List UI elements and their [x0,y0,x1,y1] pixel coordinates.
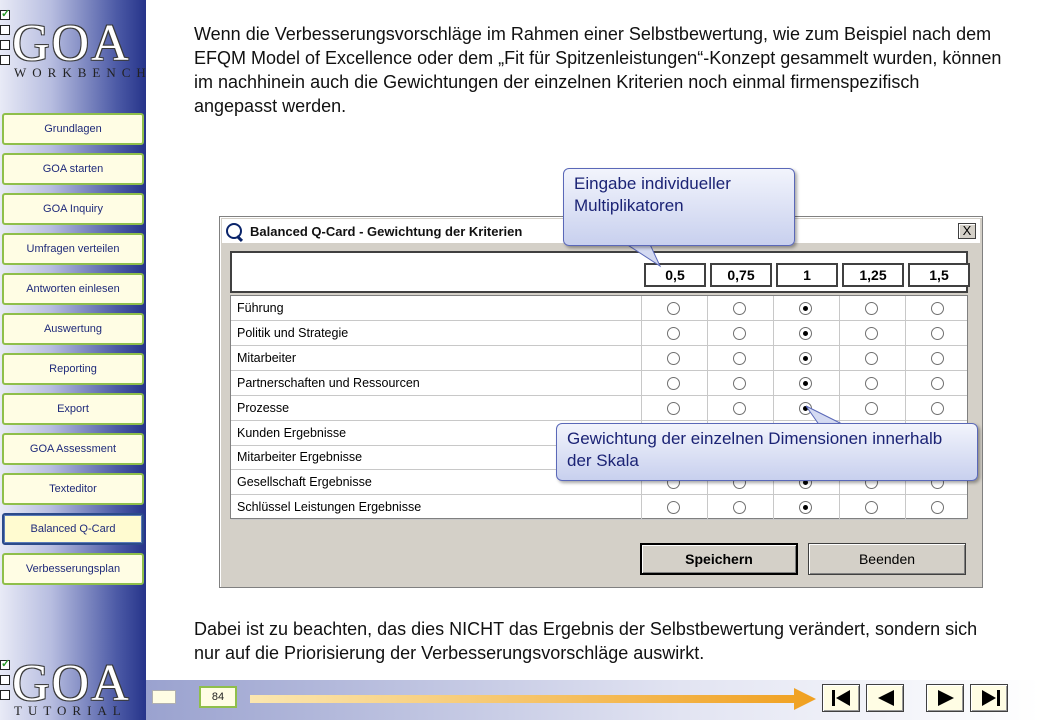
weight-radio[interactable] [799,376,812,390]
quit-button[interactable]: Beenden [808,543,966,575]
bar-marker [152,690,176,704]
weight-input[interactable]: 0,75 [710,263,772,287]
last-page-button[interactable] [970,684,1008,712]
criterion-row: Führung [231,296,967,321]
criterion-row: Prozesse [231,396,967,421]
weight-radio[interactable] [733,351,746,365]
previous-page-icon [878,690,894,706]
goa-tutorial-logo: GOA TUTORIAL [0,656,146,720]
weight-radio[interactable] [799,326,812,340]
weight-radio[interactable] [733,401,746,415]
close-button[interactable]: X [958,223,976,239]
weight-radio[interactable] [667,326,680,340]
criterion-row: Politik und Strategie [231,321,967,346]
weight-radio[interactable] [799,351,812,365]
logo-word: TUTORIAL [14,703,127,718]
criterion-label: Gesellschaft Ergebnisse [237,475,372,490]
dialog-title: Balanced Q-Card - Gewichtung der Kriteri… [250,223,523,239]
next-page-icon [938,690,954,706]
weight-radio[interactable] [865,401,878,415]
page-number: 84 [199,686,237,708]
note-paragraph: Dabei ist zu beachten, das dies NICHT da… [194,619,978,663]
criterion-label: Politik und Strategie [237,325,349,340]
criterion-label: Schlüssel Leistungen Ergebnisse [237,500,422,515]
weight-radio[interactable] [931,302,944,315]
nav-button[interactable]: GOA Assessment [2,433,144,465]
weight-radio[interactable] [865,351,878,365]
criterion-row: Schlüssel Leistungen Ergebnisse [231,495,967,521]
nav-button[interactable]: Verbesserungsplan [2,553,144,585]
weight-radio[interactable] [667,401,680,415]
criterion-label: Mitarbeiter [237,350,297,365]
weight-radio[interactable] [733,302,746,315]
weight-radio[interactable] [865,501,878,515]
next-page-button[interactable] [926,684,964,712]
criterion-label: Führung [237,301,284,315]
nav-button[interactable]: Balanced Q-Card [2,513,144,545]
weight-radio[interactable] [667,302,680,315]
callout-weighting: Gewichtung der einzelnen Dimensionen inn… [556,423,978,481]
criteria-grid: Führung Politik und Strategie Mitarbeiter P… [230,295,968,521]
slide: GOA WORKBENCH GrundlagenGOA startenGOA I… [0,0,1040,720]
nav-button[interactable]: Umfragen verteilen [2,233,144,265]
nav-button[interactable]: Antworten einlesen [2,273,144,305]
criterion-label: Prozesse [237,400,290,415]
weight-radio[interactable] [667,376,680,390]
weight-radio[interactable] [667,351,680,365]
app-icon [226,223,242,239]
nav-button[interactable]: GOA Inquiry [2,193,144,225]
weight-radio[interactable] [799,401,812,415]
weight-radio[interactable] [733,376,746,390]
criterion-row: Mitarbeiter [231,346,967,371]
weight-input[interactable]: 1,5 [908,263,970,287]
weight-radio[interactable] [733,326,746,340]
nav-button[interactable]: GOA starten [2,153,144,185]
weight-radio[interactable] [865,376,878,390]
weight-radio[interactable] [931,401,944,415]
nav-button[interactable]: Grundlagen [2,113,144,145]
criterion-label: Kunden Ergebnisse [237,425,347,440]
weight-radio[interactable] [931,501,944,515]
nav-button[interactable]: Texteditor [2,473,144,505]
weight-radio[interactable] [931,326,944,340]
criterion-row: Partnerschaften und Ressourcen [231,371,967,396]
intro-paragraph: Wenn die Verbesserungsvorschläge im Rahm… [194,24,1002,116]
nav-button[interactable]: Auswertung [2,313,144,345]
weight-radio[interactable] [865,302,878,315]
nav-button[interactable]: Reporting [2,353,144,385]
weight-radio[interactable] [799,501,812,515]
weight-radio[interactable] [733,501,746,515]
first-page-button[interactable] [822,684,860,712]
callout-multipliers: Eingabe individueller Multiplikatoren [563,168,795,246]
previous-page-button[interactable] [866,684,904,712]
weight-radio[interactable] [799,302,812,315]
criterion-label: Partnerschaften und Ressourcen [237,375,420,390]
sidebar-nav: Grundlagen GOA starten GOA Inquiry Umfragen… [0,0,146,720]
weight-radio[interactable] [865,326,878,340]
nav-button[interactable]: Export [2,393,144,425]
first-page-icon [832,690,850,706]
weights-header: 0,5 0,75 1 1,25 1,5 [230,251,970,293]
weight-radio[interactable] [667,501,680,515]
last-page-icon [982,690,1000,706]
weight-input[interactable]: 1,25 [842,263,904,287]
criterion-label: Mitarbeiter Ergebnisse [237,450,363,465]
save-button[interactable]: Speichern [640,543,798,575]
arrow-right-icon [250,688,816,710]
weight-radio[interactable] [931,376,944,390]
weight-input[interactable]: 1 [776,263,838,287]
weight-radio[interactable] [931,351,944,365]
balanced-qcard-dialog: Balanced Q-Card - Gewichtung der Kriteri… [219,216,983,588]
logo-checkboxes [0,657,12,718]
weight-input[interactable]: 0,5 [644,263,706,287]
